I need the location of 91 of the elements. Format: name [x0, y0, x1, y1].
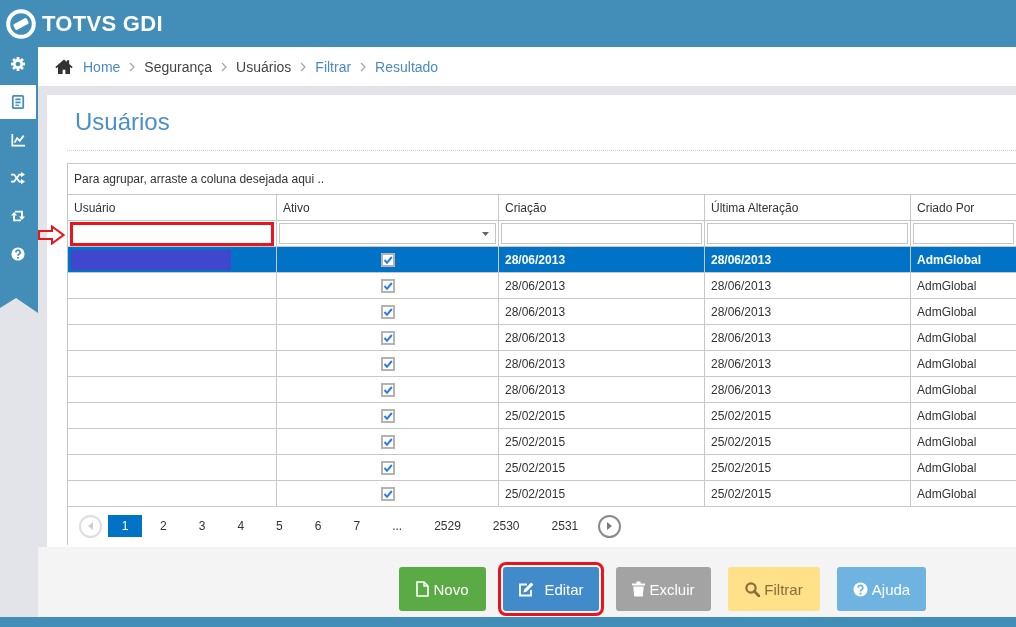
table-row[interactable]: 28/06/2013 28/06/2013 AdmGlobal — [68, 273, 1016, 299]
table-cell: AdmGlobal — [911, 403, 1016, 429]
page-button[interactable]: ... — [378, 515, 417, 537]
help-icon — [852, 581, 868, 597]
page-button[interactable]: 2530 — [478, 515, 534, 537]
triangle-right-icon — [607, 522, 613, 530]
breadcrumb-link[interactable]: Filtrar — [315, 58, 352, 75]
table-row[interactable]: 25/02/2015 25/02/2015 AdmGlobal — [68, 481, 1016, 507]
app-logo-text: TOTVS GDI — [42, 10, 163, 37]
page-button[interactable]: 2 — [146, 515, 181, 537]
table-cell: 28/06/2013 — [499, 377, 705, 403]
table-cell: 25/02/2015 — [499, 455, 705, 481]
file-icon — [416, 581, 430, 597]
filter-field[interactable] — [70, 221, 274, 246]
page-button[interactable]: 5 — [262, 515, 297, 537]
help-icon — [11, 247, 25, 261]
table-cell: 28/06/2013 — [705, 273, 911, 299]
table-cell: AdmGlobal — [911, 351, 1016, 377]
table-row[interactable]: 25/02/2015 25/02/2015 AdmGlobal — [68, 455, 1016, 481]
page-button[interactable]: 1 — [108, 515, 142, 537]
chevron-right-icon — [221, 61, 228, 72]
page-button[interactable]: 7 — [339, 515, 375, 537]
sidebar-item[interactable] — [0, 85, 36, 119]
page-button[interactable]: 2531 — [537, 515, 593, 537]
page-button[interactable]: 4 — [223, 515, 259, 537]
table-cell: 25/02/2015 — [499, 403, 705, 429]
gear-icon — [11, 57, 25, 71]
page-title: Usuários — [75, 108, 170, 136]
table-cell: 28/06/2013 — [499, 325, 705, 351]
table-cell: 25/02/2015 — [705, 429, 911, 455]
chevron-right-icon — [360, 61, 367, 72]
chevron-right-icon — [300, 61, 307, 72]
repeat-icon — [11, 209, 25, 223]
column-header[interactable]: Usuário — [68, 195, 277, 221]
page-button[interactable]: 2529 — [420, 515, 475, 537]
table-cell: AdmGlobal — [911, 299, 1016, 325]
table-cell: AdmGlobal — [911, 377, 1016, 403]
breadcrumb-link[interactable]: Home — [83, 58, 121, 75]
document-icon — [11, 95, 25, 109]
table-cell: 28/06/2013 — [499, 299, 705, 325]
logo-icon — [6, 8, 36, 39]
table-cell: 28/06/2013 — [499, 247, 705, 273]
table-cell: 25/02/2015 — [499, 481, 705, 507]
filter-button[interactable]: Filtrar — [728, 567, 820, 611]
table-row[interactable]: 28/06/2013 28/06/2013 AdmGlobal — [68, 325, 1016, 351]
table-row[interactable]: 28/06/2013 28/06/2013 AdmGlobal — [68, 247, 1016, 273]
table-row[interactable]: 25/02/2015 25/02/2015 AdmGlobal — [68, 429, 1016, 455]
table-cell: 28/06/2013 — [705, 325, 911, 351]
table-row[interactable]: 28/06/2013 28/06/2013 AdmGlobal — [68, 299, 1016, 325]
table-cell: AdmGlobal — [911, 455, 1016, 481]
table-cell: AdmGlobal — [911, 481, 1016, 507]
table-cell: 25/02/2015 — [705, 403, 911, 429]
caret-icon — [482, 231, 489, 236]
table-cell: 25/02/2015 — [705, 481, 911, 507]
table-row[interactable]: 28/06/2013 28/06/2013 AdmGlobal — [68, 351, 1016, 377]
table-cell: AdmGlobal — [911, 325, 1016, 351]
table-cell: AdmGlobal — [911, 429, 1016, 455]
table-cell: 28/06/2013 — [499, 351, 705, 377]
page-button[interactable]: 3 — [184, 515, 220, 537]
filter-field[interactable] — [501, 223, 702, 244]
table-cell: AdmGlobal — [911, 247, 1016, 273]
edit-icon — [518, 581, 535, 597]
search-icon — [745, 581, 761, 597]
table-cell: 28/06/2013 — [705, 377, 911, 403]
shuffle-icon — [11, 171, 25, 185]
table-cell: 25/02/2015 — [705, 455, 911, 481]
triangle-left-icon — [88, 522, 93, 530]
table-cell: 28/06/2013 — [705, 247, 911, 273]
table-row[interactable]: 25/02/2015 25/02/2015 AdmGlobal — [68, 403, 1016, 429]
table-cell: 25/02/2015 — [499, 429, 705, 455]
column-header[interactable]: Criação — [499, 195, 705, 221]
filter-field[interactable] — [913, 223, 1014, 244]
trash-icon — [632, 581, 646, 597]
group-hint: Para agrupar, arraste a coluna desejada aqui .. — [74, 172, 325, 186]
table-cell: AdmGlobal — [911, 273, 1016, 299]
table-row[interactable]: 28/06/2013 28/06/2013 AdmGlobal — [68, 377, 1016, 403]
table-cell: 28/06/2013 — [499, 273, 705, 299]
breadcrumb-item: Usuários — [236, 58, 292, 75]
next-page-button[interactable] — [598, 514, 622, 538]
column-header[interactable]: Ativo — [277, 195, 499, 221]
column-header[interactable]: Última Alteração — [705, 195, 911, 221]
breadcrumb-link[interactable]: Resultado — [375, 58, 439, 75]
table-cell: 28/06/2013 — [705, 299, 911, 325]
page-button[interactable]: 6 — [300, 515, 336, 537]
breadcrumb-item: Segurança — [144, 58, 213, 75]
chevron-right-icon — [129, 61, 136, 72]
chart-icon — [11, 133, 25, 147]
table-cell: 28/06/2013 — [705, 351, 911, 377]
filter-field[interactable] — [707, 223, 908, 244]
column-header[interactable]: Criado Por — [911, 195, 1016, 221]
home-icon[interactable] — [55, 59, 73, 74]
